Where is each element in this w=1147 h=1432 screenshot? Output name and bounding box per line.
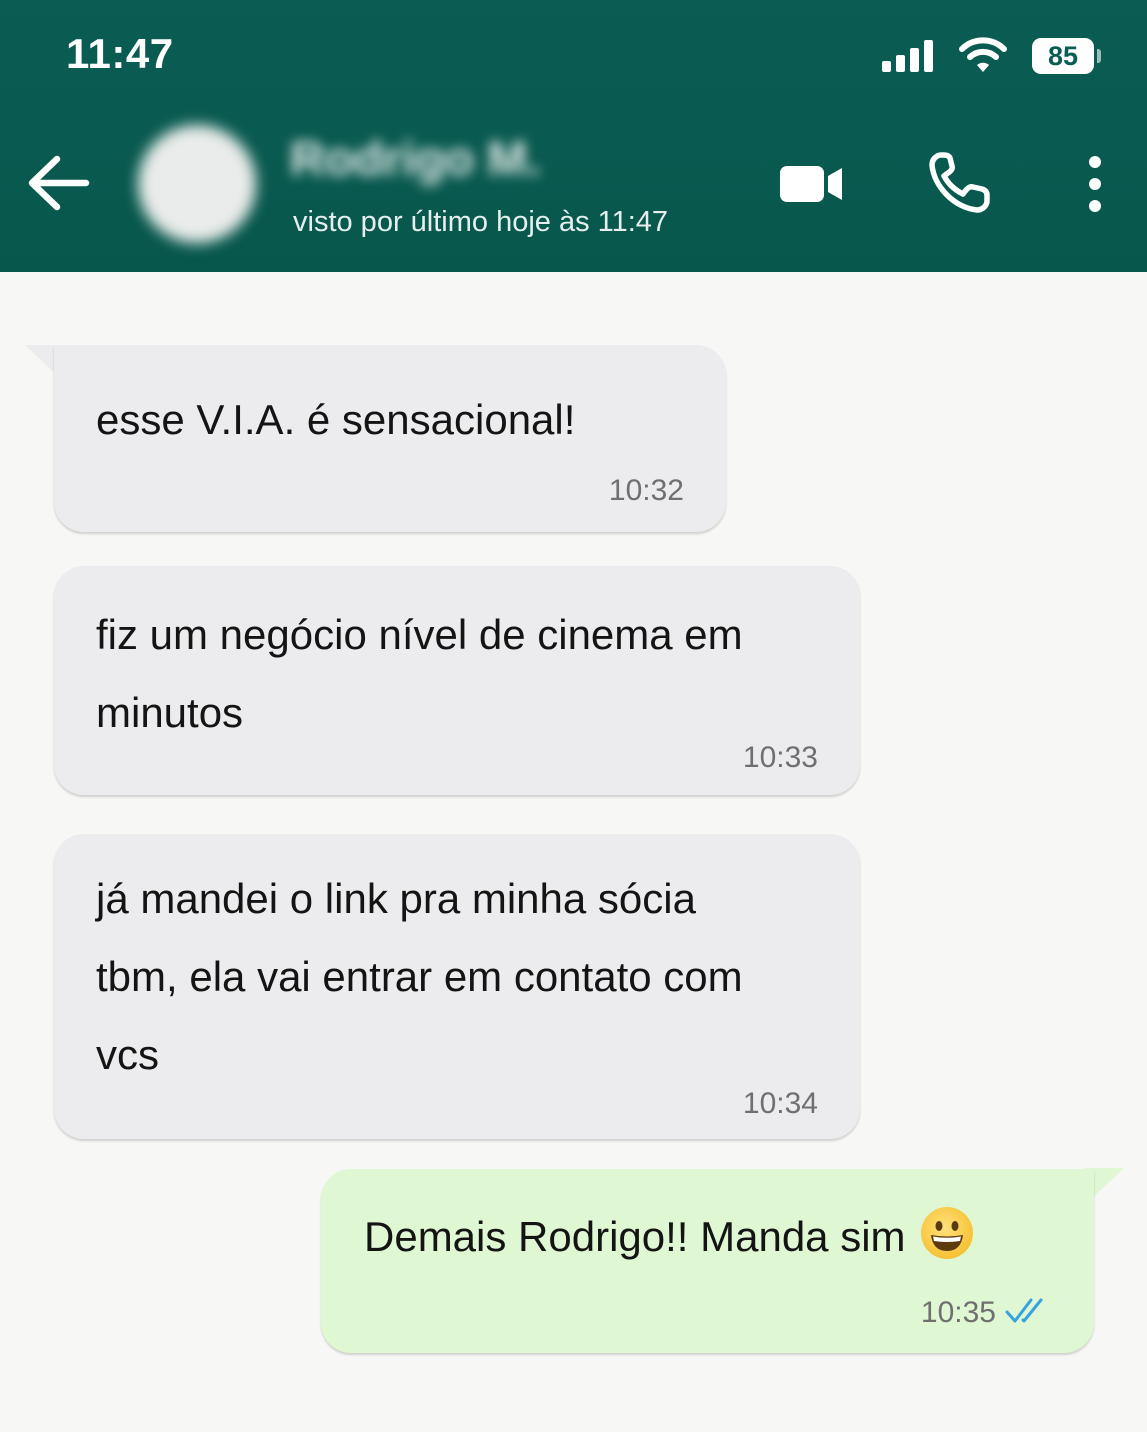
message-line: minutos xyxy=(96,689,244,736)
chat-header: 11:47 85 Rodrigo M. visto por último hoj… xyxy=(0,0,1147,272)
message-line: vcs xyxy=(96,1031,159,1078)
incoming-message[interactable]: já mandei o link pra minha sócia tbm, el… xyxy=(54,834,860,1139)
message-time: 10:35 xyxy=(920,1296,996,1329)
phone-call-icon[interactable] xyxy=(928,150,992,214)
message-time: 10:34 xyxy=(742,1087,818,1120)
read-double-check-icon xyxy=(1005,1298,1043,1323)
incoming-message[interactable]: fiz um negócio nível de cinema em minuto… xyxy=(54,566,860,795)
message-line: tbm, ela vai entrar em contato com xyxy=(96,953,743,1000)
message-text: fiz um negócio nível de cinema em minuto… xyxy=(96,596,840,752)
outgoing-message[interactable]: Demais Rodrigo!! Manda sim 10:35 xyxy=(321,1169,1094,1353)
message-line: já mandei o link pra minha sócia xyxy=(96,875,696,922)
last-seen-status: visto por último hoje às 11:47 xyxy=(293,206,669,238)
message-line: esse V.I.A. é sensacional! xyxy=(96,396,576,443)
signal-icon xyxy=(882,40,936,72)
incoming-message[interactable]: esse V.I.A. é sensacional! 10:32 xyxy=(54,345,726,532)
more-options-icon[interactable] xyxy=(1080,152,1110,216)
message-time-status: 10:35 xyxy=(921,1295,1052,1331)
message-time: 10:33 xyxy=(742,741,818,774)
message-line: Demais Rodrigo!! Manda sim xyxy=(364,1213,906,1260)
message-text: já mandei o link pra minha sócia tbm, el… xyxy=(96,860,840,1094)
battery-icon: 85 xyxy=(1032,38,1094,74)
video-call-icon[interactable] xyxy=(778,160,844,208)
contact-name[interactable]: Rodrigo M. xyxy=(290,132,541,187)
avatar[interactable] xyxy=(138,125,256,243)
status-bar-time: 11:47 xyxy=(66,30,174,77)
message-text: Demais Rodrigo!! Manda sim xyxy=(364,1198,1074,1276)
wifi-icon xyxy=(959,37,1007,72)
message-time: 10:32 xyxy=(608,474,684,507)
message-text: esse V.I.A. é sensacional! xyxy=(96,381,706,459)
message-line: fiz um negócio nível de cinema em xyxy=(96,611,743,658)
grinning-face-icon xyxy=(921,1207,974,1259)
battery-tip xyxy=(1097,49,1101,63)
back-arrow-icon[interactable] xyxy=(26,150,92,216)
